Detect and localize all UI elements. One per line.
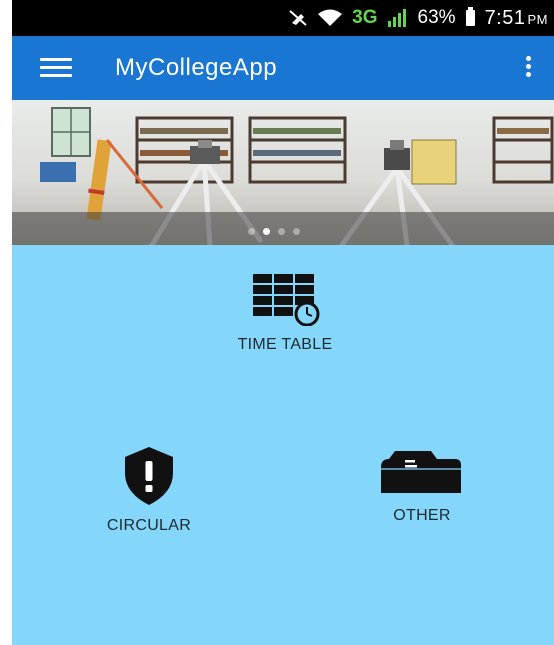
circular-tile[interactable]: CIRCULAR [69, 445, 229, 535]
time-table-label: TIME TABLE [237, 336, 333, 353]
network-type: 3G [352, 7, 378, 28]
overflow-menu-icon[interactable] [526, 56, 532, 80]
app-bar: MyCollegeApp [12, 36, 554, 100]
carousel-dot[interactable] [278, 228, 285, 235]
menu-icon[interactable] [40, 58, 72, 78]
phone-screen: 3G 63% 7:51 PM MyCollegeApp TIME TABLE C… [12, 0, 554, 645]
carousel-dot[interactable] [263, 228, 270, 235]
other-tile[interactable]: OTHER [342, 445, 502, 525]
battery-percent: 63% [417, 7, 456, 28]
timetable-icon [253, 274, 320, 326]
carousel-dot[interactable] [293, 228, 300, 235]
clock: 7:51 PM [484, 6, 548, 29]
circular-label: CIRCULAR [106, 517, 192, 534]
mute-icon [289, 10, 307, 26]
carousel-indicator[interactable] [248, 228, 300, 235]
wifi-icon [318, 9, 343, 26]
inbox-icon [381, 451, 461, 493]
main-content: TIME TABLE CIRCULAR OTHER [12, 100, 554, 645]
time-table-tile[interactable]: TIME TABLE [205, 270, 365, 354]
shield-alert-icon [125, 447, 173, 505]
battery-icon [465, 7, 475, 26]
signal-icon [387, 9, 406, 27]
image-carousel[interactable] [12, 100, 554, 245]
carousel-dot[interactable] [248, 228, 255, 235]
app-title: MyCollegeApp [115, 54, 278, 81]
status-bar: 3G 63% 7:51 PM [12, 0, 554, 36]
other-label: OTHER [393, 507, 451, 524]
